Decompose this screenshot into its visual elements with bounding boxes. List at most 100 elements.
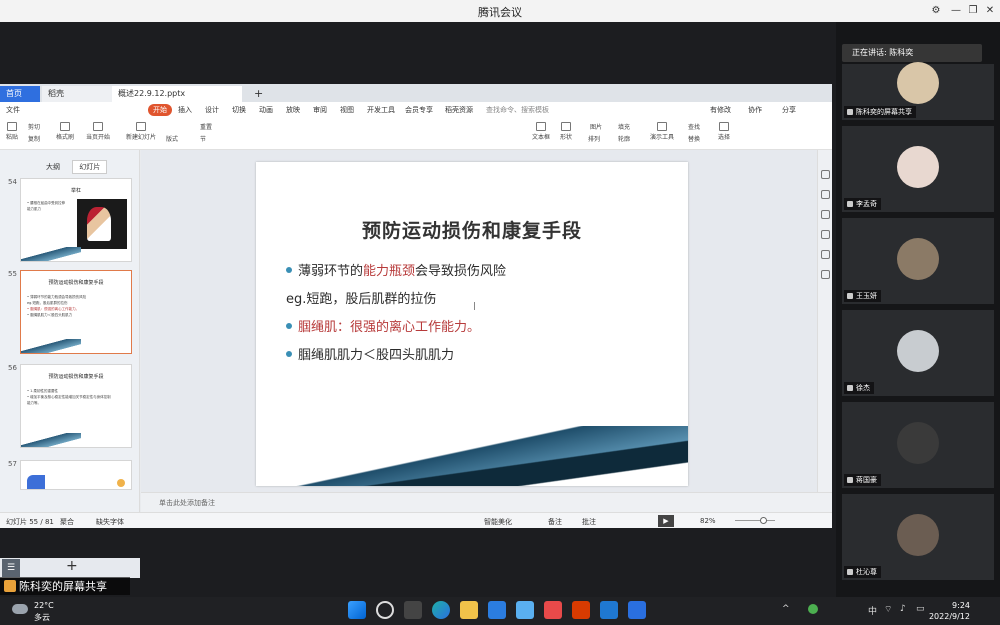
current-slide[interactable]: 预防运动损伤和康复手段 薄弱环节的能力瓶颈会导致损伤风险 eg.短跑，股后肌群的… [256,162,688,486]
new-slide-button[interactable]: 新建幻灯片 [126,122,156,141]
find-button[interactable]: 查找 [688,122,700,131]
select-button[interactable]: 选择 [718,122,730,141]
section-button[interactable]: 节 [200,134,206,143]
menu-review[interactable]: 审阅 [313,105,327,115]
menu-file[interactable]: 文件 [6,105,20,115]
menu-view[interactable]: 视图 [340,105,354,115]
participant-tile[interactable]: 王玉妍 [842,218,994,304]
settings-icon[interactable]: ⚙ [928,3,944,19]
thumb-title: 预防运动损伤和康复手段 [48,280,104,286]
present-tools-button[interactable]: 演示工具 [650,122,674,141]
slide-thumbnail-selected[interactable]: 预防运动损伤和康复手段 • 薄弱环节的能力瓶颈会导致损伤风险 eg.短跑，股后肌… [20,270,132,354]
participant-tile[interactable]: 李孟奇 [842,126,994,212]
participant-tile[interactable]: 陈科奕的屏幕共享 [842,62,994,120]
cut-button[interactable]: 剪切 [28,122,40,131]
comments-toggle[interactable]: 批注 [582,517,596,527]
picture-button[interactable]: 图片 [590,122,602,131]
maximize-button[interactable]: ❐ [965,3,981,19]
copy-button[interactable]: 复制 [28,134,40,143]
arrange-button[interactable]: 排列 [588,134,600,143]
office-icon[interactable] [572,601,590,619]
notes-area[interactable]: 单击此处添加备注 [141,492,832,512]
thumb-wave-decoration [21,247,81,261]
menu-devtools[interactable]: 开发工具 [367,105,395,115]
wechat-icon[interactable] [808,604,818,614]
current-start-button[interactable]: 当页开始 [86,122,110,141]
tab-current-file[interactable]: 概述22.9.12.pptx [112,86,242,102]
help-icon[interactable] [821,230,830,239]
system-clock[interactable]: 9:24 2022/9/12 [929,600,970,622]
meeting-icon[interactable] [600,601,618,619]
search-icon[interactable] [376,601,394,619]
paste-button[interactable]: 粘贴 [6,122,18,141]
add-slide-icon[interactable]: + [66,558,78,574]
participant-tile[interactable]: 蒋国豪 [842,402,994,488]
participant-tile[interactable]: 杜沁尊 [842,494,994,580]
reset-button[interactable]: 重置 [200,122,212,131]
zoom-slider[interactable] [735,520,775,521]
new-tab-icon[interactable]: + [248,86,269,102]
smart-beautify-button[interactable]: 智能美化 [484,517,512,527]
menu-show[interactable]: 放映 [286,105,300,115]
thumb-wave-decoration [21,433,81,447]
outline-button[interactable]: 轮廓 [618,134,630,143]
thumb-number: 56 [8,364,17,372]
menu-member[interactable]: 会员专享 [405,105,433,115]
app-icon[interactable] [516,601,534,619]
tab-slides[interactable]: 幻灯片 [72,160,108,174]
paste-icon [7,122,17,131]
minimize-button[interactable]: — [948,3,964,19]
slide-bullet-4: 腘绳肌肌力＜股四头肌肌力 [286,344,454,363]
tab-outline[interactable]: 大纲 [40,161,66,173]
location-icon[interactable] [821,270,830,279]
fill-button[interactable]: 填充 [618,122,630,131]
tab-home[interactable]: 首页 [0,86,40,102]
shape-button[interactable]: 形状 [560,122,572,141]
app-icon-2[interactable] [628,601,646,619]
notes-toggle[interactable]: 备注 [548,517,562,527]
design-icon[interactable] [821,190,830,199]
backup-icon[interactable] [821,250,830,259]
menu-docer-resources[interactable]: 稻壳资源 [445,105,473,115]
participant-tile[interactable]: 徐杰 [842,310,994,396]
list-view-icon[interactable]: ☰ [2,559,20,577]
chevron-up-icon[interactable]: ^ [782,604,790,614]
thumb-title: 预防运动损伤和康复手段 [48,374,104,380]
menu-switch[interactable]: 切换 [232,105,246,115]
participant-name: 李孟奇 [844,198,881,210]
start-icon[interactable] [348,601,366,619]
properties-icon[interactable] [821,170,830,179]
menu-design[interactable]: 设计 [205,105,219,115]
battery-icon[interactable]: ▭ [916,604,925,614]
missing-font-button[interactable]: 缺失字体 [96,517,124,527]
slide-thumbnail[interactable]: 预防运动损伤和康复手段 • 1.柔韧性的重要性 • 增加平衡及核心稳定性能增加关… [20,364,132,448]
slide-thumbnail[interactable] [20,460,132,490]
textbox-button[interactable]: 文本框 [532,122,550,141]
volume-icon[interactable]: ♪ [900,604,906,614]
task-view-icon[interactable] [404,601,422,619]
collab-button[interactable]: 协作 [748,105,762,115]
zoom-slider-handle[interactable] [760,517,767,524]
network-icon[interactable]: ⌔ [884,604,892,615]
ime-indicator[interactable]: 中 [868,604,877,617]
play-icon[interactable]: ▶ [658,515,674,527]
mail-icon[interactable] [488,601,506,619]
play-icon [93,122,103,131]
layout-button[interactable]: 版式 [166,134,178,143]
command-search[interactable]: 查找命令、搜索模板 [486,105,549,115]
wps-icon[interactable] [544,601,562,619]
share-button[interactable]: 分享 [782,105,796,115]
right-tool-strip [817,150,832,492]
slide-thumbnail[interactable]: 举杠 • 腰椎在屈曲中受到拉伸 能力肌力 [20,178,132,262]
ribbon-toolbar: 粘贴 剪切 复制 格式刷 当页开始 新建幻灯片 版式 重置 节 文本框 形状 排… [0,118,832,150]
format-painter-button[interactable]: 格式刷 [56,122,74,141]
menu-insert[interactable]: 插入 [178,105,192,115]
close-button[interactable]: ✕ [982,3,998,19]
replace-button[interactable]: 替换 [688,134,700,143]
copy-icon[interactable] [821,210,830,219]
tab-docer[interactable]: 稻壳 [42,86,112,102]
menu-start[interactable]: 开始 [148,104,172,116]
menu-animation[interactable]: 动画 [259,105,273,115]
edge-icon[interactable] [432,601,450,619]
file-explorer-icon[interactable] [460,601,478,619]
